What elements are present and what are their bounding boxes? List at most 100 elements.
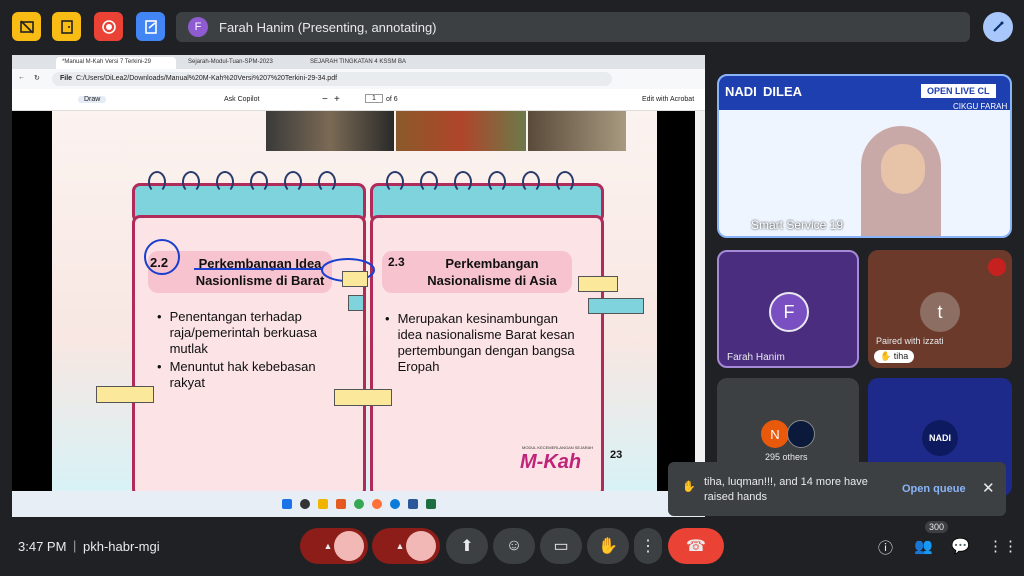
- firefox-icon[interactable]: [371, 499, 382, 509]
- raise-hand-button[interactable]: ✋: [587, 528, 629, 564]
- avatar: [787, 420, 815, 448]
- address-bar: ← ↻ File C:/Users/DiLea2/Downloads/Manua…: [12, 69, 705, 89]
- camera-button[interactable]: ▲: [372, 528, 440, 564]
- ring: [556, 171, 574, 193]
- start-icon[interactable]: [281, 499, 292, 509]
- captions-button[interactable]: ▭: [540, 528, 582, 564]
- open-queue-button[interactable]: Open queue: [902, 483, 966, 495]
- more-options-button[interactable]: ⋮: [634, 528, 662, 564]
- chevron-up-icon[interactable]: ▲: [396, 541, 405, 551]
- dilea-brand: DILEA: [763, 84, 802, 99]
- people-icon[interactable]: 👥: [914, 537, 933, 555]
- avatar: t: [920, 292, 960, 332]
- chrome-icon[interactable]: [353, 499, 364, 509]
- door-icon[interactable]: [52, 12, 81, 41]
- ribbon: [96, 386, 154, 403]
- hand-icon: ✋: [598, 538, 618, 555]
- ring: [386, 171, 404, 193]
- ring: [216, 171, 234, 193]
- ribbon: [342, 271, 368, 287]
- history-image-3: [528, 111, 626, 151]
- people-count-badge: 300: [925, 521, 949, 533]
- tab-sejarah-tingkatan[interactable]: SEJARAH TINGKATAN 4 KSSM BA: [304, 57, 416, 69]
- mic-button[interactable]: ▲: [300, 528, 368, 564]
- tile-farah[interactable]: F Farah Hanim: [717, 250, 859, 368]
- chat-icon[interactable]: 💬: [951, 537, 970, 555]
- left-bullet-1: Penentangan terhadap raja/pemerintah ber…: [169, 309, 317, 356]
- right-bullets: • Merupakan kesinambungan idea nasionalis…: [385, 311, 585, 375]
- history-image-2: [396, 111, 526, 151]
- right-title-line1: Perkembangan: [445, 256, 539, 271]
- muted-mic-icon: [988, 258, 1006, 276]
- more-icon: ⋮: [640, 538, 656, 555]
- folder-icon[interactable]: [317, 499, 328, 509]
- ring: [420, 171, 438, 193]
- presenter-label: Farah Hanim (Presenting, annotating): [219, 19, 437, 35]
- list-item: • Menuntut hak kebebasan rakyat: [157, 359, 347, 391]
- captions-icon: ▭: [553, 538, 569, 555]
- draw-button[interactable]: Draw: [78, 96, 107, 103]
- ring: [488, 171, 506, 193]
- edit-acrobat-button[interactable]: Edit with Acrobat: [642, 96, 694, 103]
- annotate-icon[interactable]: [983, 12, 1013, 42]
- url-field[interactable]: File C:/Users/DiLea2/Downloads/Manual%20…: [52, 72, 612, 86]
- phone-hangup-icon: ☎: [686, 538, 706, 555]
- page-number-field[interactable]: 1: [365, 94, 383, 103]
- left-bullet-2: Menuntut hak kebebasan rakyat: [169, 359, 316, 390]
- history-image-1: [266, 111, 394, 151]
- ribbon: [334, 389, 392, 406]
- page-number: 23: [610, 449, 623, 461]
- tile-t[interactable]: t Paired with izzati ✋ tiha: [868, 250, 1012, 368]
- record-icon[interactable]: [94, 12, 123, 41]
- meeting-time: 3:47 PM: [18, 539, 67, 554]
- avatar: N: [761, 420, 789, 448]
- live-video-tile[interactable]: NADI DILEA OPEN LIVE CL CIKGU FARAH Smar…: [717, 74, 1012, 238]
- presenter-face: [881, 144, 925, 194]
- tab-manual[interactable]: *Manual M-Kah Versi 7 Terkini-29: [56, 57, 176, 69]
- ring: [284, 171, 302, 193]
- annotation-marks: [144, 239, 375, 282]
- list-item: • Penentangan terhadap raja/pemerintah be…: [157, 309, 347, 357]
- chevron-up-icon[interactable]: ▲: [324, 541, 333, 551]
- apps-grid-icon[interactable]: ⋮⋮: [988, 537, 1018, 555]
- reactions-button[interactable]: ☺: [493, 528, 535, 564]
- footer-small: MODUL KECEMERLANGAN SEJARAH: [522, 445, 594, 450]
- emoji-icon: ☺: [505, 537, 523, 554]
- teacher-label: CIKGU FARAH: [953, 102, 1008, 111]
- notes-icon[interactable]: [136, 12, 165, 41]
- excel-icon[interactable]: [425, 499, 436, 509]
- pdf-toolbar: Draw Ask Copilot − + 1 of 6 Edit with Ac…: [12, 89, 705, 111]
- ribbon: [578, 276, 618, 292]
- search-icon[interactable]: [299, 499, 310, 509]
- ring: [522, 171, 540, 193]
- tile-name-smart-service: Smart Service 19: [751, 218, 844, 232]
- leave-call-button[interactable]: ☎: [668, 528, 724, 564]
- windows-taskbar: [12, 491, 705, 517]
- word-icon[interactable]: [407, 499, 418, 509]
- raised-hands-toast: ✋ tiha, luqman!!!, and 14 more have rais…: [668, 462, 1006, 516]
- toast-text: tiha, luqman!!!, and 14 more have raised…: [704, 476, 868, 503]
- nadi-brand: NADI: [725, 84, 757, 99]
- zoom-in-button[interactable]: +: [334, 94, 340, 105]
- pdf-scrollbar[interactable]: [695, 111, 705, 491]
- ask-copilot-button[interactable]: Ask Copilot: [224, 96, 259, 103]
- present-button[interactable]: ⬆: [446, 528, 488, 564]
- camera-off-icon: [406, 531, 436, 561]
- m-kah-logo: M-Kah: [520, 451, 582, 473]
- stop-video-icon[interactable]: [12, 12, 41, 41]
- separator: |: [73, 538, 77, 553]
- back-icon[interactable]: ←: [18, 74, 25, 81]
- info-icon[interactable]: ⓘ: [878, 537, 893, 558]
- close-icon[interactable]: ✕: [982, 479, 995, 497]
- tab-sejarah-modul[interactable]: Sejarah-Modul-Tuan-SPM-2023: [182, 57, 298, 69]
- ring: [318, 171, 336, 193]
- edge-icon[interactable]: [389, 499, 400, 509]
- right-section-number: 2.3: [388, 255, 405, 269]
- live-banner-text: OPEN LIVE CL: [921, 84, 996, 98]
- mic-off-icon: [334, 531, 364, 561]
- reload-icon[interactable]: ↻: [34, 74, 40, 82]
- raised-hand-badge: ✋ tiha: [874, 350, 915, 363]
- zoom-out-button[interactable]: −: [322, 94, 328, 105]
- paired-label: Paired with izzati: [876, 336, 944, 346]
- brave-icon[interactable]: [335, 499, 346, 509]
